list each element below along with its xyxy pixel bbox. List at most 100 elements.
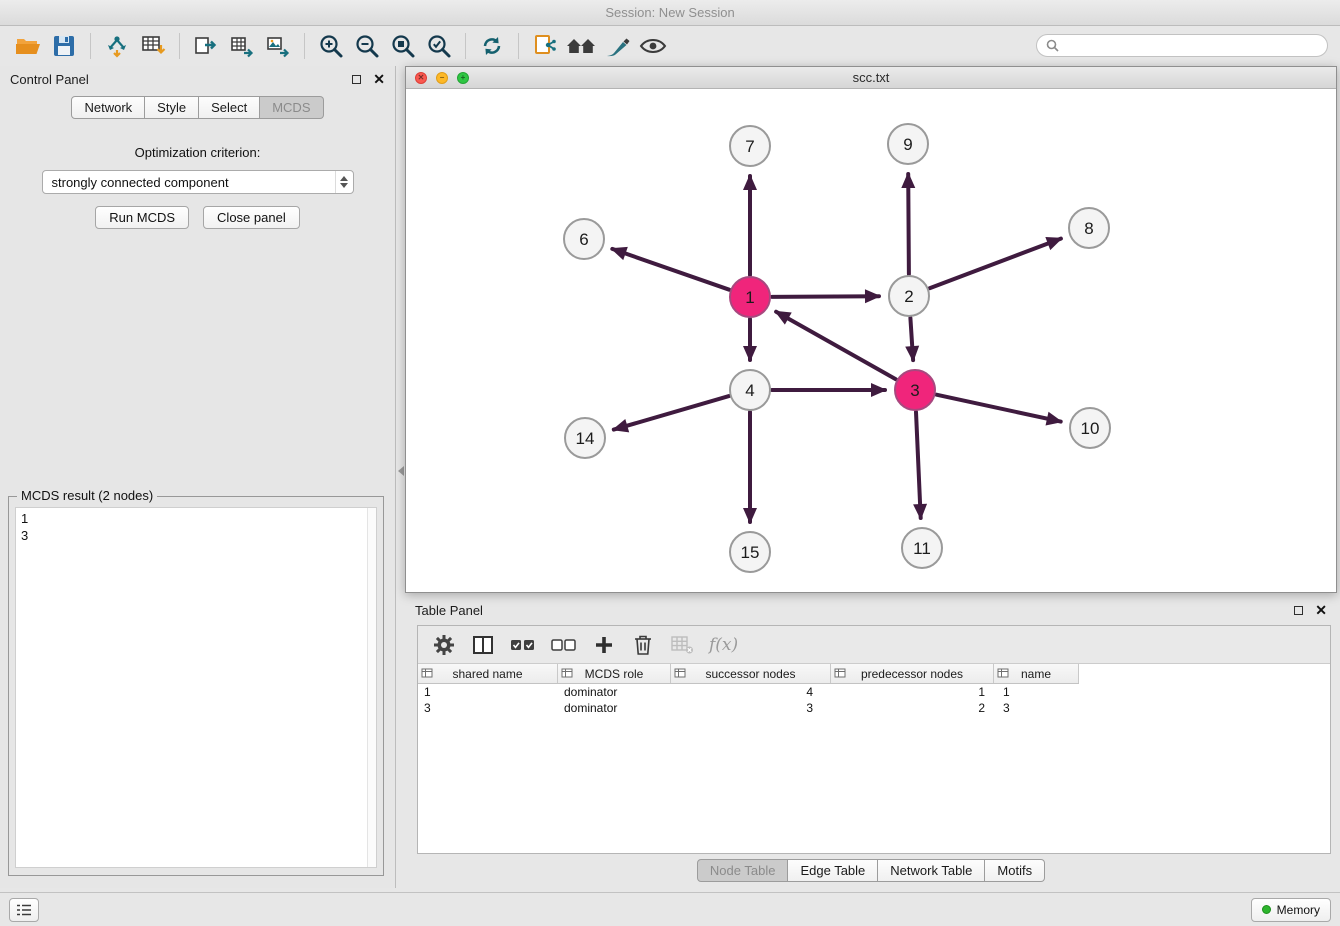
graph-edge-1-2[interactable]	[772, 296, 879, 297]
window-titlebar[interactable]: Session: New Session	[0, 0, 1340, 26]
column-header-name[interactable]: name	[994, 664, 1079, 683]
optimization-select-value: strongly connected component	[52, 175, 335, 190]
import-network-button[interactable]	[99, 30, 135, 62]
show-graphics-button[interactable]	[635, 30, 671, 62]
tab-select[interactable]: Select	[199, 96, 260, 119]
tab-network[interactable]: Network	[71, 96, 145, 119]
disabled-table-icon	[670, 635, 694, 655]
table-tab-network-table[interactable]: Network Table	[878, 859, 985, 882]
export-table-button[interactable]	[224, 30, 260, 62]
graph-node-14[interactable]: 14	[565, 418, 605, 458]
run-mcds-button[interactable]: Run MCDS	[95, 206, 189, 229]
tab-mcds[interactable]: MCDS	[260, 96, 323, 119]
delete-table-button[interactable]	[670, 632, 694, 658]
table-panel-title: Table Panel	[415, 603, 483, 618]
graph-node-7[interactable]: 7	[730, 126, 770, 166]
graph-edge-2-8[interactable]	[930, 239, 1061, 289]
toolbar-separator	[179, 33, 180, 59]
main-toolbar	[0, 27, 1340, 65]
graph-edge-3-10[interactable]	[937, 395, 1061, 422]
apply-style-button[interactable]	[599, 30, 635, 62]
close-panel-icon[interactable]: ✕	[373, 72, 385, 86]
graph-edge-3-11[interactable]	[916, 412, 921, 518]
graph-node-15[interactable]: 15	[730, 532, 770, 572]
close-panel-button[interactable]: Close panel	[203, 206, 300, 229]
column-header-MCDS-role[interactable]: MCDS role	[558, 664, 671, 683]
function-builder-button[interactable]: f(x)	[709, 632, 738, 658]
graph-node-3[interactable]: 3	[895, 370, 935, 410]
graph-node-2[interactable]: 2	[889, 276, 929, 316]
table-cell: 3	[671, 701, 831, 715]
zoom-out-button[interactable]	[349, 30, 385, 62]
graph-edge-4-14[interactable]	[614, 396, 729, 430]
minimize-window-icon[interactable]: −	[436, 72, 448, 84]
table-tab-motifs[interactable]: Motifs	[985, 859, 1045, 882]
refresh-icon	[479, 33, 505, 59]
graph-node-8[interactable]: 8	[1069, 208, 1109, 248]
show-columns-button[interactable]	[471, 632, 495, 658]
memory-button[interactable]: Memory	[1251, 898, 1331, 922]
graph-node-11[interactable]: 11	[902, 528, 942, 568]
search-box	[1036, 34, 1328, 57]
export-network-button[interactable]	[188, 30, 224, 62]
svg-text:3: 3	[910, 381, 919, 400]
first-neighbors-button[interactable]	[563, 30, 599, 62]
search-input[interactable]	[1065, 39, 1318, 53]
table-cell: 3	[418, 701, 558, 715]
table-row[interactable]: 3dominator323	[418, 700, 1330, 716]
panel-splitter-handle[interactable]	[396, 460, 405, 482]
column-header-successor-nodes[interactable]: successor nodes	[671, 664, 831, 683]
mcds-result-list[interactable]: 13	[15, 507, 377, 868]
table-settings-button[interactable]	[432, 632, 456, 658]
svg-text:10: 10	[1081, 419, 1100, 438]
graph-node-9[interactable]: 9	[888, 124, 928, 164]
network-window-titlebar[interactable]: ✕ − + scc.txt	[406, 67, 1336, 89]
graph-node-10[interactable]: 10	[1070, 408, 1110, 448]
zoom-out-icon	[354, 33, 380, 59]
svg-text:7: 7	[745, 137, 754, 156]
delete-column-button[interactable]	[631, 632, 655, 658]
maximize-window-icon[interactable]: +	[457, 72, 469, 84]
clone-network-button[interactable]	[527, 30, 563, 62]
table-tab-node-table[interactable]: Node Table	[697, 859, 789, 882]
plus-icon	[594, 635, 614, 655]
refresh-layout-button[interactable]	[474, 30, 510, 62]
table-cell: 2	[831, 701, 994, 715]
table-tab-edge-table[interactable]: Edge Table	[788, 859, 878, 882]
show-panels-button[interactable]	[9, 898, 39, 922]
result-scrollbar[interactable]	[367, 508, 376, 867]
export-image-button[interactable]	[260, 30, 296, 62]
optimization-select[interactable]: strongly connected component	[42, 170, 354, 194]
table-cell: 3	[994, 701, 1079, 715]
graph-edge-3-1[interactable]	[776, 312, 896, 380]
checked-boxes-icon	[510, 638, 536, 652]
graph-edge-2-3[interactable]	[910, 318, 913, 360]
graph-edge-1-6[interactable]	[612, 249, 729, 290]
save-session-button[interactable]	[46, 30, 82, 62]
open-folder-icon	[15, 34, 41, 58]
select-all-button[interactable]	[510, 632, 536, 658]
table-row[interactable]: 1dominator411	[418, 684, 1330, 700]
graph-node-4[interactable]: 4	[730, 370, 770, 410]
column-sort-icon	[997, 668, 1009, 679]
network-canvas[interactable]: 7 9 6 8 1 2 4 3 14 10 15 11	[406, 89, 1336, 592]
column-header-shared-name[interactable]: shared name	[418, 664, 558, 683]
zoom-in-button[interactable]	[313, 30, 349, 62]
import-network-icon	[104, 33, 130, 59]
add-column-button[interactable]	[592, 632, 616, 658]
import-table-button[interactable]	[135, 30, 171, 62]
graph-node-1[interactable]: 1	[730, 277, 770, 317]
column-header-predecessor-nodes[interactable]: predecessor nodes	[831, 664, 994, 683]
close-table-panel-icon[interactable]: ✕	[1315, 603, 1327, 617]
tab-style[interactable]: Style	[145, 96, 199, 119]
close-window-icon[interactable]: ✕	[415, 72, 427, 84]
graph-node-6[interactable]: 6	[564, 219, 604, 259]
svg-text:9: 9	[903, 135, 912, 154]
graph-edge-2-9[interactable]	[908, 174, 909, 274]
zoom-fit-button[interactable]	[385, 30, 421, 62]
open-session-button[interactable]	[10, 30, 46, 62]
float-table-panel-icon[interactable]	[1294, 606, 1303, 615]
float-panel-icon[interactable]	[352, 75, 361, 84]
deselect-all-button[interactable]	[551, 632, 577, 658]
zoom-selected-button[interactable]	[421, 30, 457, 62]
